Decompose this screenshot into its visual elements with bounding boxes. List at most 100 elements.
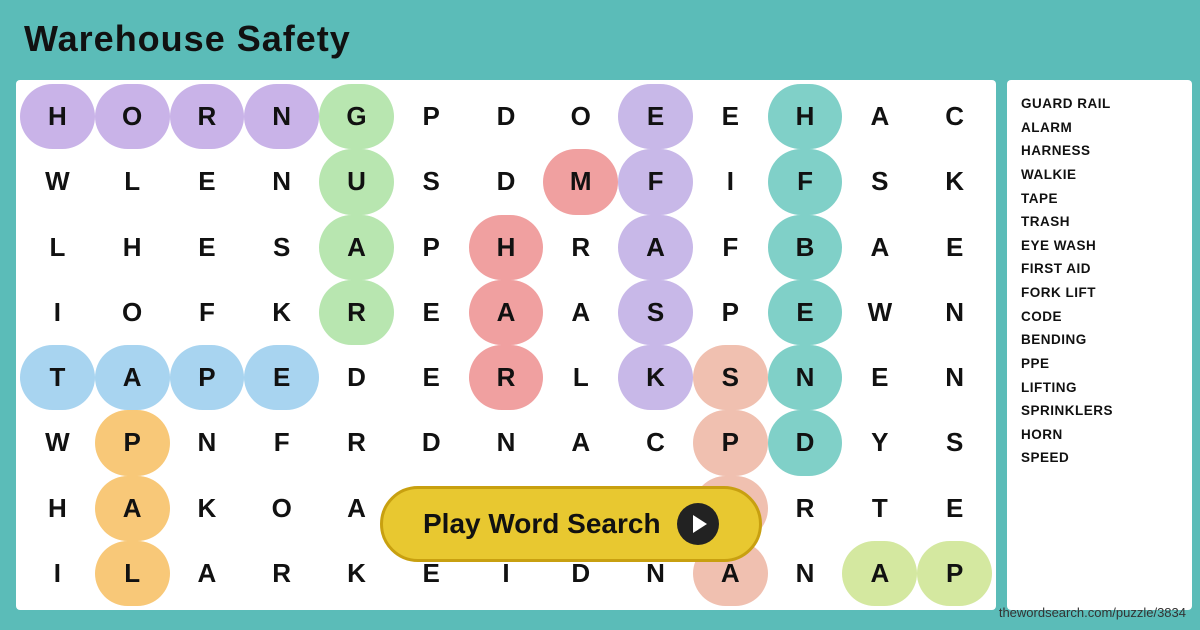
play-button-label: Play Word Search xyxy=(423,508,661,540)
cell-0-3: N xyxy=(244,84,319,149)
cell-4-9: S xyxy=(693,345,768,410)
cell-5-9: P xyxy=(693,410,768,475)
cell-7-0: I xyxy=(20,541,95,606)
cell-5-1: P xyxy=(95,410,170,475)
cell-3-9: P xyxy=(693,280,768,345)
cell-0-7: O xyxy=(543,84,618,149)
cell-5-4: R xyxy=(319,410,394,475)
cell-1-6: D xyxy=(469,149,544,214)
cell-5-2: N xyxy=(170,410,245,475)
cell-0-8: E xyxy=(618,84,693,149)
cell-6-1: A xyxy=(95,476,170,541)
cell-4-2: P xyxy=(170,345,245,410)
cell-0-9: E xyxy=(693,84,768,149)
cell-0-6: D xyxy=(469,84,544,149)
cell-5-12: S xyxy=(917,410,992,475)
cell-1-1: L xyxy=(95,149,170,214)
cell-6-3: O xyxy=(244,476,319,541)
word-sprinklers: SPRINKLERS xyxy=(1021,399,1178,423)
word-code: CODE xyxy=(1021,305,1178,329)
cell-4-0: T xyxy=(20,345,95,410)
cell-2-2: E xyxy=(170,215,245,280)
cell-6-10: R xyxy=(768,476,843,541)
cell-3-0: I xyxy=(20,280,95,345)
cell-7-11: A xyxy=(842,541,917,606)
watermark: thewordsearch.com/puzzle/3834 xyxy=(999,605,1186,620)
cell-7-1: L xyxy=(95,541,170,606)
cell-3-7: A xyxy=(543,280,618,345)
cell-3-10: E xyxy=(768,280,843,345)
cell-2-7: R xyxy=(543,215,618,280)
cell-1-11: S xyxy=(842,149,917,214)
cell-2-0: L xyxy=(20,215,95,280)
word-ppe: PPE xyxy=(1021,352,1178,376)
cell-3-5: E xyxy=(394,280,469,345)
word-guard-rail: GUARD RAIL xyxy=(1021,92,1178,116)
cell-4-5: E xyxy=(394,345,469,410)
cell-4-7: L xyxy=(543,345,618,410)
cell-6-11: T xyxy=(842,476,917,541)
page-title: Warehouse Safety xyxy=(24,18,351,60)
cell-1-7: M xyxy=(543,149,618,214)
cell-5-3: F xyxy=(244,410,319,475)
play-button[interactable]: Play Word Search xyxy=(380,486,762,562)
word-alarm: ALARM xyxy=(1021,116,1178,140)
cell-6-0: H xyxy=(20,476,95,541)
cell-0-1: O xyxy=(95,84,170,149)
cell-4-3: E xyxy=(244,345,319,410)
cell-2-5: P xyxy=(394,215,469,280)
cell-1-10: F xyxy=(768,149,843,214)
cell-2-10: B xyxy=(768,215,843,280)
cell-0-10: H xyxy=(768,84,843,149)
word-first-aid: FIRST AID xyxy=(1021,257,1178,281)
cell-7-2: A xyxy=(170,541,245,606)
cell-7-10: N xyxy=(768,541,843,606)
word-list-panel: GUARD RAIL ALARM HARNESS WALKIE TAPE TRA… xyxy=(1007,80,1192,610)
cell-0-5: P xyxy=(394,84,469,149)
cell-2-12: E xyxy=(917,215,992,280)
word-horn: HORN xyxy=(1021,423,1178,447)
cell-3-12: N xyxy=(917,280,992,345)
cell-6-12: E xyxy=(917,476,992,541)
cell-0-0: H xyxy=(20,84,95,149)
word-eye-wash: EYE WASH xyxy=(1021,234,1178,258)
cell-2-9: F xyxy=(693,215,768,280)
cell-5-5: D xyxy=(394,410,469,475)
cell-1-8: F xyxy=(618,149,693,214)
cell-4-12: N xyxy=(917,345,992,410)
cell-0-4: G xyxy=(319,84,394,149)
cell-5-10: D xyxy=(768,410,843,475)
cell-1-9: I xyxy=(693,149,768,214)
cell-1-0: W xyxy=(20,149,95,214)
cell-0-11: A xyxy=(842,84,917,149)
cell-1-12: K xyxy=(917,149,992,214)
cell-2-6: H xyxy=(469,215,544,280)
cell-1-3: N xyxy=(244,149,319,214)
cell-7-3: R xyxy=(244,541,319,606)
word-bending: BENDING xyxy=(1021,328,1178,352)
cell-2-4: A xyxy=(319,215,394,280)
cell-5-6: N xyxy=(469,410,544,475)
cell-3-8: S xyxy=(618,280,693,345)
cell-4-1: A xyxy=(95,345,170,410)
cell-7-4: K xyxy=(319,541,394,606)
play-icon xyxy=(677,503,719,545)
cell-3-1: O xyxy=(95,280,170,345)
cell-2-11: A xyxy=(842,215,917,280)
word-speed: SPEED xyxy=(1021,446,1178,470)
word-tape: TAPE xyxy=(1021,187,1178,211)
cell-4-4: D xyxy=(319,345,394,410)
cell-7-12: P xyxy=(917,541,992,606)
cell-4-6: R xyxy=(469,345,544,410)
cell-2-8: A xyxy=(618,215,693,280)
cell-5-0: W xyxy=(20,410,95,475)
cell-0-2: R xyxy=(170,84,245,149)
word-walkie: WALKIE xyxy=(1021,163,1178,187)
cell-1-4: U xyxy=(319,149,394,214)
cell-3-6: A xyxy=(469,280,544,345)
cell-3-11: W xyxy=(842,280,917,345)
cell-1-2: E xyxy=(170,149,245,214)
cell-4-8: K xyxy=(618,345,693,410)
word-fork-lift: FORK LIFT xyxy=(1021,281,1178,305)
cell-5-7: A xyxy=(543,410,618,475)
